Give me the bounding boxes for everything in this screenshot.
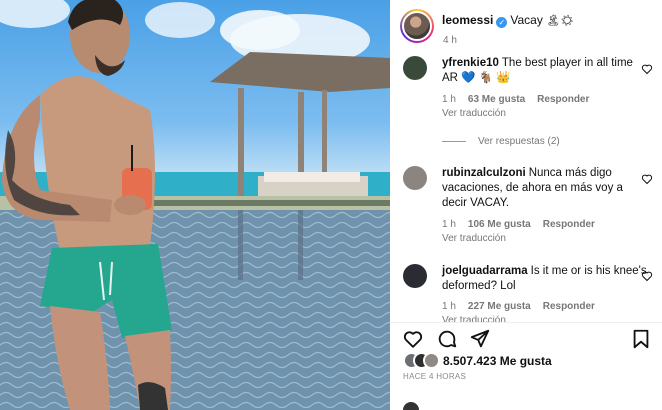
comment-time: 1 h xyxy=(442,94,456,105)
bookmark-icon[interactable] xyxy=(630,328,652,350)
comment-text-line2: AR 💙 🐐 👑 xyxy=(442,72,511,84)
comment-text: The best player in all time xyxy=(501,57,633,69)
post-time[interactable]: 4 h xyxy=(443,35,457,46)
comment-likes[interactable]: 63 Me gusta xyxy=(468,94,525,105)
caption-text: Vacay xyxy=(510,13,543,27)
reply-button[interactable]: Responder xyxy=(543,301,595,312)
comment-meta: 1 h 63 Me gusta Responder xyxy=(442,94,601,105)
likes-summary[interactable]: 8.507.423 Me gusta xyxy=(403,351,653,371)
comment-meta: 1 h 106 Me gusta Responder xyxy=(442,219,607,230)
post-header: leomessi ✓ Vacay 🏝☀ 4 h xyxy=(390,0,662,52)
comment-heart-icon[interactable] xyxy=(641,63,653,75)
comment-avatar[interactable] xyxy=(403,264,427,288)
comment-username[interactable]: joelguadarrama xyxy=(442,265,528,277)
likes-count[interactable]: 8.507.423 Me gusta xyxy=(443,354,552,368)
comment-avatar[interactable] xyxy=(403,56,427,80)
comment-likes[interactable]: 106 Me gusta xyxy=(468,219,531,230)
comment-item: joelguadarrama Is it me or is his knee's … xyxy=(390,264,662,326)
post-side-panel: leomessi ✓ Vacay 🏝☀ 4 h yfrenkie10 The best… xyxy=(390,0,662,410)
translate-link[interactable]: Ver traducción xyxy=(442,108,506,119)
view-replies-link[interactable]: Ver respuestas (2) xyxy=(442,136,560,147)
comment-time: 1 h xyxy=(442,301,456,312)
comment-avatar[interactable] xyxy=(403,166,427,190)
comment-likes[interactable]: 227 Me gusta xyxy=(468,301,531,312)
caption-emojis: 🏝☀ xyxy=(546,15,575,27)
heart-icon[interactable] xyxy=(402,328,424,350)
owner-avatar[interactable] xyxy=(400,9,434,43)
comment-body: rubinzalculzoni Nunca más digo vacaciones… xyxy=(442,166,647,211)
comment-username[interactable]: yfrenkie10 xyxy=(442,57,499,69)
comment-body: yfrenkie10 The best player in all time AR… xyxy=(442,56,647,86)
comment-item: rubinzalculzoni Nunca más digo vacaciones… xyxy=(390,166,662,246)
verified-badge-icon: ✓ xyxy=(496,17,508,28)
owner-avatar-image xyxy=(402,11,432,41)
comment-icon[interactable] xyxy=(436,328,458,350)
comment-body: joelguadarrama Is it me or is his knee's … xyxy=(442,264,647,294)
post-date: HACE 4 HORAS xyxy=(403,372,467,381)
view-replies-label: Ver respuestas (2) xyxy=(478,136,560,147)
share-icon[interactable] xyxy=(469,328,491,350)
replies-divider-line xyxy=(442,140,466,142)
comment-time: 1 h xyxy=(442,219,456,230)
reply-button[interactable]: Responder xyxy=(537,94,589,105)
post-action-bar xyxy=(390,322,662,352)
comment-item: yfrenkie10 The best player in all time AR… xyxy=(390,56,662,146)
comment-heart-icon[interactable] xyxy=(641,173,653,185)
comment-heart-icon[interactable] xyxy=(641,270,653,282)
current-user-avatar xyxy=(403,402,419,410)
post-photo[interactable] xyxy=(0,0,390,410)
photo-scene xyxy=(0,0,390,410)
comment-username[interactable]: rubinzalculzoni xyxy=(442,167,526,179)
liker-avatar xyxy=(423,352,440,369)
owner-caption-line: leomessi ✓ Vacay 🏝☀ xyxy=(442,13,574,28)
reply-button[interactable]: Responder xyxy=(543,219,595,230)
translate-link[interactable]: Ver traducción xyxy=(442,233,506,244)
owner-username[interactable]: leomessi xyxy=(442,13,493,27)
comment-meta: 1 h 227 Me gusta Responder xyxy=(442,301,607,312)
